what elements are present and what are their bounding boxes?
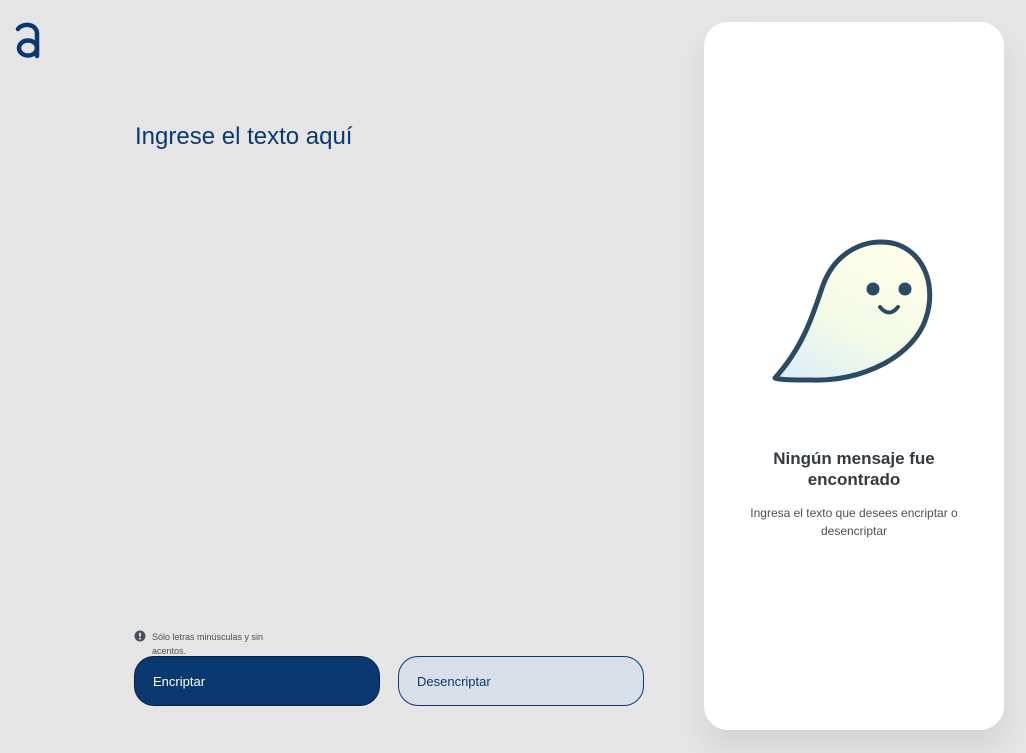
- logo-icon: [15, 22, 40, 59]
- empty-state-title: Ningún mensaje fue encontrado: [773, 449, 935, 489]
- page: Sólo letras minúsculas y sin acentos. En…: [0, 0, 1026, 753]
- message-input[interactable]: [135, 120, 655, 600]
- exclamation-circle-icon: [134, 630, 146, 642]
- input-hint: Sólo letras minúsculas y sin acentos.: [134, 630, 294, 658]
- decrypt-button[interactable]: Desencriptar: [398, 656, 644, 706]
- output-panel: Ningún mensaje fue encontrado Ingresa el…: [704, 22, 1004, 730]
- ghost-icon: [772, 239, 933, 383]
- empty-state-description: Ingresa el texto que desees encriptar o …: [750, 506, 958, 538]
- encrypt-button[interactable]: Encriptar: [134, 656, 380, 706]
- hint-text: Sólo letras minúsculas y sin acentos.: [152, 632, 264, 656]
